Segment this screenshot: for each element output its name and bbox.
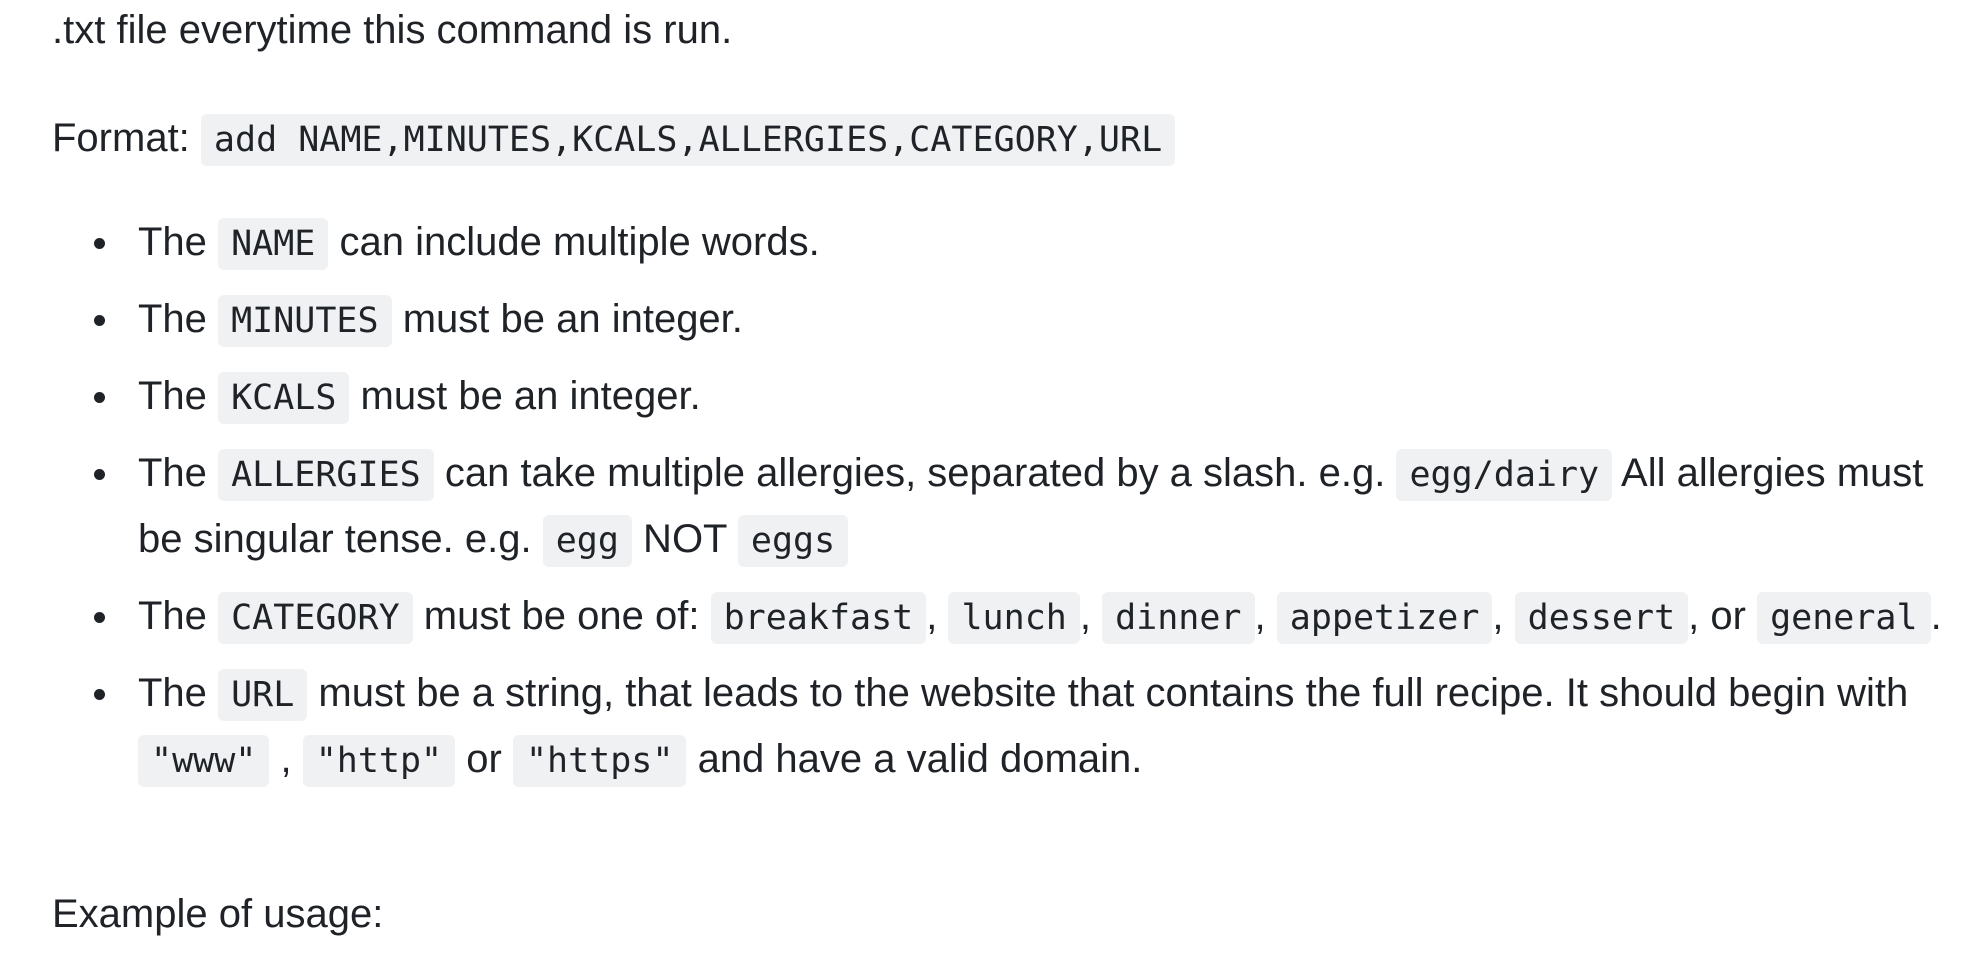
category-option-code: dinner xyxy=(1102,592,1255,644)
rule-category: The CATEGORY must be one of: breakfast , … xyxy=(94,584,1968,650)
rule-text: can take multiple allergies, separated b… xyxy=(433,451,1397,495)
format-line: Format: add NAME,MINUTES,KCALS,ALLERGIES… xyxy=(52,106,1176,172)
rule-the: The xyxy=(138,297,207,341)
format-code: add NAME,MINUTES,KCALS,ALLERGIES,CATEGOR… xyxy=(200,114,1176,166)
separator: , or xyxy=(1688,594,1758,638)
separator: , xyxy=(1079,594,1103,638)
parameter-rules-list: The NAME can include multiple words. The… xyxy=(52,210,1968,804)
category-option-code: breakfast xyxy=(710,592,927,644)
rule-minutes: The MINUTES must be an integer. xyxy=(94,287,1968,353)
url-prefix-code: "https" xyxy=(512,735,687,787)
url-prefix-code: "www" xyxy=(138,735,270,787)
separator: , xyxy=(926,594,949,638)
rule-text: can include multiple words. xyxy=(328,220,820,264)
rule-kcals: The KCALS must be an integer. xyxy=(94,364,1968,430)
sentence-end: . xyxy=(1930,594,1942,638)
rule-text: must be one of: xyxy=(412,594,711,638)
format-label: Format: xyxy=(52,116,190,160)
param-code-allergies: ALLERGIES xyxy=(218,449,434,501)
category-option-code: dessert xyxy=(1514,592,1689,644)
rule-the: The xyxy=(138,374,207,418)
rule-the: The xyxy=(138,594,207,638)
separator: or xyxy=(455,737,513,781)
rule-text: must be an integer. xyxy=(349,374,701,418)
allergy-example-code: egg/dairy xyxy=(1396,449,1613,501)
separator: , xyxy=(1254,594,1277,638)
allergy-correct-code: egg xyxy=(542,515,632,567)
rule-text: must be a string, that leads to the webs… xyxy=(307,671,1909,715)
rule-url: The URL must be a string, that leads to … xyxy=(94,661,1968,793)
rule-name: The NAME can include multiple words. xyxy=(94,210,1968,276)
rule-allergies: The ALLERGIES can take multiple allergie… xyxy=(94,441,1968,573)
category-option-code: general xyxy=(1757,592,1931,644)
param-code-category: CATEGORY xyxy=(218,592,413,644)
rule-text: and have a valid domain. xyxy=(686,737,1143,781)
param-code-name: NAME xyxy=(218,218,329,270)
param-code-minutes: MINUTES xyxy=(218,295,392,347)
rule-text: must be an integer. xyxy=(391,297,743,341)
intro-text: .txt file everytime this command is run. xyxy=(52,8,733,52)
param-code-url: URL xyxy=(218,669,308,721)
category-option-code: lunch xyxy=(948,592,1080,644)
url-prefix-code: "http" xyxy=(302,735,456,787)
param-code-kcals: KCALS xyxy=(218,372,350,424)
rule-the: The xyxy=(138,220,207,264)
separator: , xyxy=(1492,594,1515,638)
rule-the: The xyxy=(138,671,207,715)
allergy-wrong-code: eggs xyxy=(737,515,849,567)
example-usage-heading: Example of usage: xyxy=(52,892,384,936)
rule-the: The xyxy=(138,451,207,495)
separator: , xyxy=(269,737,303,781)
category-option-code: appetizer xyxy=(1276,592,1493,644)
rule-text: NOT xyxy=(631,517,738,561)
